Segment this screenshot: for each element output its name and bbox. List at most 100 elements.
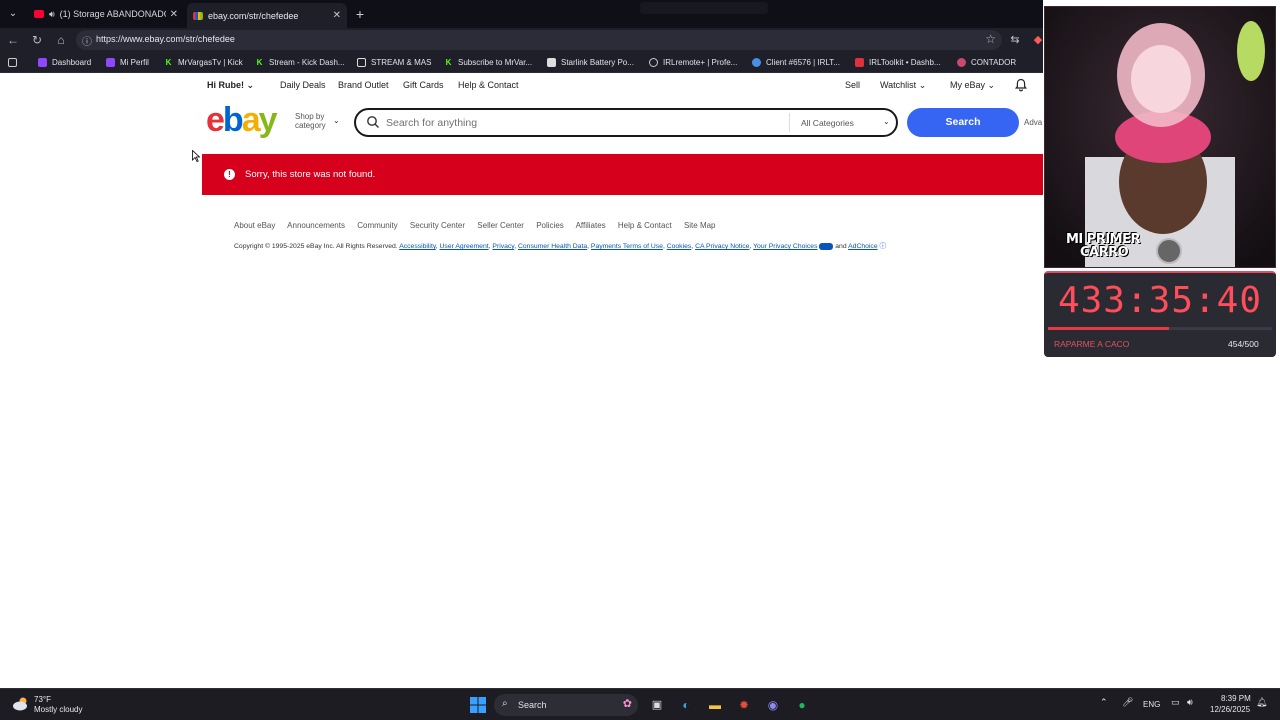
footer-link-policies[interactable]: Policies bbox=[536, 221, 564, 230]
greeting-menu[interactable]: Hi Rube! ⌄ bbox=[207, 80, 254, 91]
bookmark-starlink[interactable]: Starlink Battery Po... bbox=[547, 56, 634, 69]
alert-icon: ! bbox=[224, 169, 235, 180]
category-select[interactable]: All Categories bbox=[801, 118, 854, 128]
task-view-icon[interactable]: ▣ bbox=[648, 696, 666, 714]
search-button[interactable]: Search bbox=[907, 108, 1019, 137]
file-explorer-icon[interactable]: ▬ bbox=[706, 696, 724, 714]
favorite-star-icon[interactable]: ☆ bbox=[985, 32, 996, 46]
shop-by-category-label: Shop by category bbox=[295, 112, 326, 130]
goal-progress-fill bbox=[1048, 327, 1169, 330]
microphone-icon[interactable]: 🎤︎ bbox=[1122, 697, 1133, 708]
search-box[interactable]: Search for anything All Categories ⌄ bbox=[354, 108, 898, 137]
nav-brand-outlet[interactable]: Brand Outlet bbox=[338, 80, 389, 90]
error-alert: ! Sorry, this store was not found. bbox=[202, 154, 1043, 195]
home-icon[interactable]: ⌂ bbox=[53, 32, 69, 48]
tab-title: (1) Storage ABANDONADO lle bbox=[59, 9, 166, 19]
link-adchoice[interactable]: AdChoice bbox=[848, 243, 877, 250]
url-text[interactable]: https://www.ebay.com/str/chefedee bbox=[96, 34, 235, 44]
ebay-logo[interactable]: ebay bbox=[206, 102, 278, 138]
bookmark-client[interactable]: Client #6576 | IRLT... bbox=[752, 56, 840, 69]
bookmark-mrvargastv-kick[interactable]: K MrVargasTv | Kick bbox=[164, 56, 243, 69]
kick-icon: K bbox=[165, 58, 172, 67]
taskbar-search[interactable]: ⌕ Search ✿ bbox=[494, 694, 638, 716]
nav-daily-deals[interactable]: Daily Deals bbox=[280, 80, 326, 90]
bookmark-irlremote[interactable]: IRLremote+ | Profe... bbox=[649, 56, 737, 69]
bookmark-stream-kick[interactable]: K Stream - Kick Dash... bbox=[255, 56, 345, 69]
footer-link-seller-center[interactable]: Seller Center bbox=[477, 221, 524, 230]
start-windows-icon[interactable] bbox=[469, 696, 487, 714]
link-cookies[interactable]: Cookies bbox=[667, 243, 692, 250]
cloudy-weather-icon[interactable] bbox=[12, 696, 30, 712]
link-consumer-health[interactable]: Consumer Health Data bbox=[518, 243, 587, 250]
notifications-icon[interactable]: 🔔︎ bbox=[1256, 697, 1267, 708]
link-payments-terms[interactable]: Payments Terms of Use bbox=[591, 243, 663, 250]
network-icon[interactable]: ▭ bbox=[1171, 697, 1180, 708]
bookmark-contador[interactable]: CONTADOR bbox=[957, 56, 1016, 69]
notification-bell-icon[interactable] bbox=[1014, 78, 1028, 92]
spotify-icon[interactable]: ● bbox=[793, 696, 811, 714]
footer-links: About eBay Announcements Community Secur… bbox=[234, 221, 726, 230]
weather-desc[interactable]: Mostly cloudy bbox=[34, 705, 82, 714]
bookmark-subscribe[interactable]: K Subscribe to MrVar... bbox=[444, 56, 533, 69]
app-icon[interactable]: ✹ bbox=[735, 696, 753, 714]
link-privacy[interactable]: Privacy bbox=[492, 243, 514, 250]
back-icon[interactable]: ← bbox=[5, 32, 21, 48]
close-tab-icon[interactable]: ✕ bbox=[170, 9, 178, 20]
footer-link-sitemap[interactable]: Site Map bbox=[684, 221, 716, 230]
footer-link-security[interactable]: Security Center bbox=[410, 221, 465, 230]
link-ca-privacy[interactable]: CA Privacy Notice bbox=[695, 243, 749, 250]
taskbar-search-label: Search bbox=[518, 700, 547, 710]
extensions-icon[interactable]: ⇆ bbox=[1008, 32, 1022, 48]
footer-link-announcements[interactable]: Announcements bbox=[287, 221, 345, 230]
search-input[interactable]: Search for anything bbox=[386, 117, 477, 129]
footer-link-affiliates[interactable]: Affiliates bbox=[576, 221, 606, 230]
link-user-agreement[interactable]: User Agreement bbox=[440, 243, 489, 250]
nav-sell[interactable]: Sell bbox=[845, 80, 860, 90]
ebay-favicon-icon bbox=[193, 11, 203, 20]
footer-link-help[interactable]: Help & Contact bbox=[618, 221, 672, 230]
language-indicator[interactable]: ENG bbox=[1143, 700, 1160, 709]
twitch-icon bbox=[38, 58, 47, 67]
bookmark-stream-mas[interactable]: STREAM & MAS bbox=[357, 56, 431, 69]
clock-time[interactable]: 8:39 PM bbox=[1221, 694, 1251, 703]
weather-temp[interactable]: 73°F bbox=[34, 695, 51, 704]
new-tab-icon[interactable]: + bbox=[353, 5, 367, 23]
tab-actions-icon[interactable]: ⌄ bbox=[5, 6, 21, 22]
volume-icon[interactable]: 🔊︎ bbox=[1187, 697, 1193, 708]
kick-icon: K bbox=[445, 58, 452, 67]
chevron-down-icon: ⌄ bbox=[918, 80, 927, 90]
goal-label: RAPARME A CACO bbox=[1054, 339, 1130, 349]
tray-overflow-icon[interactable]: ⌃ bbox=[1100, 697, 1108, 708]
webcam-caption: MI PRIMER CARRO bbox=[1066, 232, 1141, 260]
bookmark-irltoolkit[interactable]: IRLToolkit • Dashb... bbox=[855, 56, 941, 69]
ebay-page: Hi Rube! ⌄ Daily Deals Brand Outlet Gift… bbox=[0, 74, 1043, 688]
cloud-icon bbox=[752, 58, 761, 67]
search-icon: ⌕ bbox=[502, 698, 508, 709]
footer-link-community[interactable]: Community bbox=[357, 221, 397, 230]
shop-by-category-button[interactable]: Shop by category ⌄ bbox=[295, 112, 343, 130]
nav-help-contact[interactable]: Help & Contact bbox=[458, 80, 519, 90]
clock-date[interactable]: 12/26/2025 bbox=[1210, 705, 1250, 714]
speaker-icon[interactable]: 🔊︎ bbox=[49, 9, 55, 20]
tab-ebay[interactable]: ebay.com/str/chefedee ✕ bbox=[187, 3, 347, 28]
footer-link-about[interactable]: About eBay bbox=[234, 221, 275, 230]
windows-taskbar: 73°F Mostly cloudy ⌕ Search ✿ ▣ ◐ ▬ ✹ ◉ … bbox=[0, 688, 1280, 720]
tab-title: ebay.com/str/chefedee bbox=[208, 10, 299, 21]
bookmark-dashboard[interactable]: Dashboard bbox=[38, 56, 91, 69]
site-info-icon[interactable]: ⓘ bbox=[82, 33, 92, 48]
link-accessibility[interactable]: Accessibility bbox=[399, 243, 436, 250]
link-privacy-choices[interactable]: Your Privacy Choices bbox=[753, 243, 817, 250]
close-tab-icon[interactable]: ✕ bbox=[333, 10, 341, 21]
bookmark-folder-icon[interactable] bbox=[8, 56, 22, 69]
nav-watchlist[interactable]: Watchlist ⌄ bbox=[880, 80, 926, 91]
refresh-icon[interactable]: ↻ bbox=[29, 32, 45, 48]
advanced-search-link[interactable]: Adva bbox=[1024, 118, 1042, 127]
address-bar[interactable]: ⓘ https://www.ebay.com/str/chefedee ☆ bbox=[76, 30, 1002, 50]
edge-browser-icon[interactable]: ◐ bbox=[677, 696, 695, 714]
nav-my-ebay[interactable]: My eBay ⌄ bbox=[950, 80, 995, 91]
tab-storage[interactable]: 🔊︎ (1) Storage ABANDONADO lle ✕ bbox=[28, 3, 184, 25]
discord-icon[interactable]: ◉ bbox=[764, 696, 782, 714]
bookmark-mi-perfil[interactable]: Mi Perfil bbox=[106, 56, 149, 69]
search-icon bbox=[367, 116, 379, 128]
nav-gift-cards[interactable]: Gift Cards bbox=[403, 80, 444, 90]
